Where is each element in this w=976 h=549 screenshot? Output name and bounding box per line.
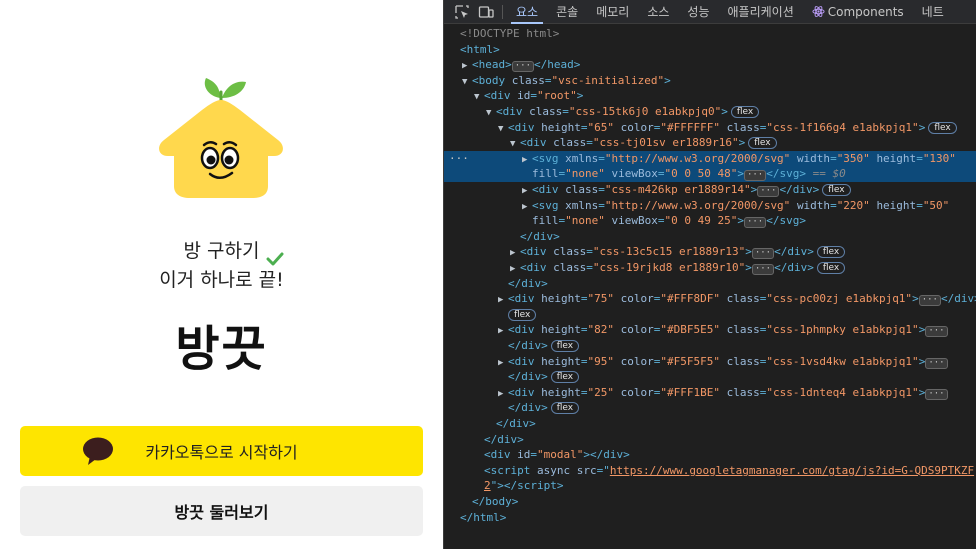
tagline-line-1: 방 구하기 [183, 240, 260, 262]
dom-line[interactable]: ▶ <div height="25" color="#FFF1BE" class=… [444, 385, 976, 401]
browse-label: 방끗 둘러보기 [174, 503, 269, 522]
tab-memory[interactable]: 메모리 [587, 0, 638, 24]
react-icon [812, 5, 825, 17]
dom-line[interactable]: ▼ <div class="css-tj01sv er1889r16"> flex [444, 135, 976, 151]
dom-line[interactable]: <html> [444, 42, 976, 58]
dom-line[interactable]: ▼ <div height="65" color="#FFFFFF" class=… [444, 120, 976, 136]
dom-line-selected[interactable]: fill="none" viewBox="0 0 50 48"> ··· </svg… [444, 166, 976, 182]
dom-line[interactable]: ▼ <div class="css-15tk6j0 e1abkpjq0"> flex [444, 104, 976, 120]
app-pane: 방 구하기 이거 하나로 끝! 방끗 카카오톡으로 시작하기 방끗 둘러보기 [0, 0, 443, 549]
dom-line[interactable]: <!DOCTYPE html> [444, 26, 976, 42]
dom-line[interactable]: ▶ <div height="82" color="#DBF5E5" class=… [444, 322, 976, 338]
dom-line[interactable]: </div> flex [444, 369, 976, 385]
dom-line[interactable]: ▶ <svg xmlns="http://www.w3.org/2000/svg"… [444, 198, 976, 214]
tab-performance[interactable]: 성능 [678, 0, 718, 24]
tab-components[interactable]: Components [803, 0, 913, 24]
brand-wordmark: 방끗 [175, 321, 268, 377]
tagline-line-2: 이거 하나로 끝! [159, 269, 284, 291]
dom-line[interactable]: </html> [444, 510, 976, 526]
dom-line[interactable]: </div> [444, 432, 976, 448]
tab-sources[interactable]: 소스 [638, 0, 678, 24]
check-icon [266, 252, 284, 266]
dom-line[interactable]: ▶ <div class="css-m426kp er1889r14"> ··· </… [444, 182, 976, 198]
dom-line[interactable]: flex [444, 307, 976, 323]
inspect-element-icon[interactable] [454, 4, 470, 20]
kakao-login-button[interactable]: 카카오톡으로 시작하기 [20, 426, 423, 476]
dom-line[interactable]: </div> [444, 416, 976, 432]
dom-line[interactable]: ▼ <div id="root"> [444, 88, 976, 104]
toolbar-divider [502, 4, 503, 19]
tab-application[interactable]: 애플리케이션 [719, 0, 803, 24]
tab-elements[interactable]: 요소 [507, 0, 547, 24]
dom-line[interactable]: </body> [444, 494, 976, 510]
tab-components-label: Components [827, 4, 904, 19]
dom-line[interactable]: ▶ <div height="75" color="#FFF8DF" class=… [444, 291, 976, 307]
devtools-panel: 요소 콘솔 메모리 소스 성능 애플리케이션 Components 네트 <!D… [443, 0, 976, 549]
tab-console[interactable]: 콘솔 [547, 0, 587, 24]
house-mascot-logo [159, 78, 283, 198]
dom-line[interactable]: ▶ <div class="css-13c5c15 er1889r13"> ··· <… [444, 244, 976, 260]
browse-button[interactable]: 방끗 둘러보기 [20, 486, 423, 536]
devtools-tab-bar: 요소 콘솔 메모리 소스 성능 애플리케이션 Components 네트 [444, 0, 976, 24]
chat-bubble-icon [83, 437, 113, 465]
dom-line[interactable]: ▼ <body class="vsc-initialized"> [444, 73, 976, 89]
dom-line[interactable]: </div> flex [444, 400, 976, 416]
dom-line[interactable]: 2"></script> [444, 478, 976, 494]
dom-line[interactable]: ▶ <div height="95" color="#F5F5F5" class=… [444, 354, 976, 370]
dom-line[interactable]: ▶ <div class="css-19rjkd8 er1889r10"> ··· <… [444, 260, 976, 276]
dom-line[interactable]: <script async src="https://www.googletag… [444, 463, 976, 479]
dom-tree: <!DOCTYPE html> <html> ▶ <head> ··· </head>… [444, 26, 976, 549]
dom-line[interactable]: </div> [444, 229, 976, 245]
dom-line[interactable]: </div> [444, 276, 976, 292]
dom-line-selected[interactable]: ··· ▶ <svg xmlns="http://www.w3.org/2000/s… [444, 150, 976, 167]
dom-line[interactable]: fill="none" viewBox="0 0 49 25"> ··· </svg… [444, 213, 976, 229]
kakao-login-label: 카카오톡으로 시작하기 [145, 443, 298, 462]
dom-line[interactable]: ▶ <head> ··· </head> [444, 57, 976, 73]
tab-network[interactable]: 네트 [913, 0, 953, 24]
dom-line[interactable]: </div> flex [444, 338, 976, 354]
dom-line[interactable]: <div id="modal"></div> [444, 447, 976, 463]
device-toolbar-icon[interactable] [478, 4, 494, 20]
